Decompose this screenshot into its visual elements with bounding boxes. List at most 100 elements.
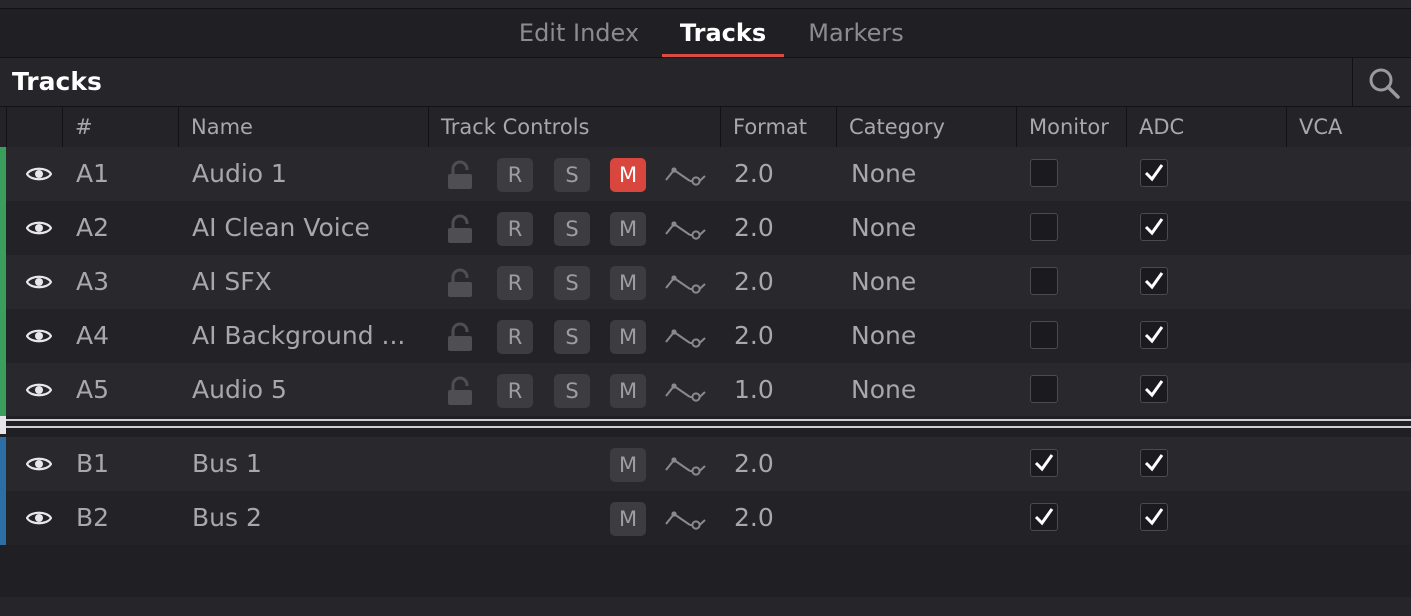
monitor-checkbox[interactable] (1030, 375, 1058, 403)
col-name[interactable]: Name (178, 107, 428, 147)
audio-color-strip (0, 363, 6, 417)
monitor-checkbox[interactable] (1030, 449, 1058, 477)
monitor-checkbox[interactable] (1030, 159, 1058, 187)
lock-icon[interactable] (446, 160, 474, 194)
bus-track-row[interactable]: B2 Bus 2 M 2.0 (0, 491, 1411, 545)
monitor-checkbox[interactable] (1030, 267, 1058, 295)
automation-curve-icon[interactable] (664, 452, 708, 482)
monitor-checkbox[interactable] (1030, 503, 1058, 531)
adc-checkbox[interactable] (1140, 159, 1168, 187)
track-category[interactable]: None (851, 309, 916, 363)
solo-button[interactable]: S (554, 374, 590, 408)
audio-track-row[interactable]: A5 Audio 5 R S M 1.0 None (0, 363, 1411, 417)
track-name[interactable]: Bus 2 (192, 491, 262, 545)
eye-icon[interactable] (25, 270, 53, 298)
solo-button[interactable]: S (554, 320, 590, 354)
automation-curve-icon[interactable] (664, 324, 708, 354)
mute-button[interactable]: M (610, 158, 646, 192)
audio-track-row[interactable]: A3 AI SFX R S M 2.0 None (0, 255, 1411, 309)
track-name[interactable]: Audio 5 (192, 363, 287, 417)
eye-icon[interactable] (25, 162, 53, 190)
record-arm-button[interactable]: R (497, 158, 533, 192)
adc-checkbox[interactable] (1140, 321, 1168, 349)
track-category[interactable]: None (851, 363, 916, 417)
lock-icon[interactable] (446, 214, 474, 248)
tab-bar: Edit Index Tracks Markers (0, 9, 1411, 58)
mute-button[interactable]: M (610, 448, 646, 482)
solo-button[interactable]: S (554, 158, 590, 192)
monitor-checkbox[interactable] (1030, 213, 1058, 241)
lock-icon[interactable] (446, 322, 474, 356)
eye-icon[interactable] (25, 378, 53, 406)
col-track-controls[interactable]: Track Controls (428, 107, 720, 147)
record-arm-button[interactable]: R (497, 266, 533, 300)
col-format[interactable]: Format (720, 107, 836, 147)
track-name[interactable]: Audio 1 (192, 147, 287, 201)
audio-track-row[interactable]: A1 Audio 1 R S M 2.0 None (0, 147, 1411, 201)
adc-checkbox[interactable] (1140, 267, 1168, 295)
automation-curve-icon[interactable] (664, 270, 708, 300)
solo-button[interactable]: S (554, 212, 590, 246)
track-category[interactable]: None (851, 147, 916, 201)
eye-icon[interactable] (25, 324, 53, 352)
lock-icon[interactable] (446, 268, 474, 302)
record-arm-button[interactable]: R (497, 374, 533, 408)
eye-icon[interactable] (25, 452, 53, 480)
track-name[interactable]: AI SFX (192, 255, 272, 309)
col-category[interactable]: Category (836, 107, 1016, 147)
mute-button[interactable]: M (610, 320, 646, 354)
eye-icon[interactable] (25, 506, 53, 534)
track-id: A2 (76, 213, 110, 242)
bus-color-strip (0, 437, 6, 491)
audio-color-strip (0, 309, 6, 363)
mute-button[interactable]: M (610, 212, 646, 246)
monitor-checkbox[interactable] (1030, 321, 1058, 349)
search-button[interactable] (1352, 58, 1411, 106)
automation-curve-icon[interactable] (664, 162, 708, 192)
column-header-row: # Name Track Controls Format Category Mo… (0, 107, 1411, 148)
eye-icon[interactable] (25, 216, 53, 244)
track-name[interactable]: AI Background ... (192, 309, 405, 363)
top-strip (0, 0, 1411, 9)
col-monitor[interactable]: Monitor (1016, 107, 1126, 147)
adc-checkbox[interactable] (1140, 449, 1168, 477)
audio-color-strip (0, 255, 6, 309)
track-format: 2.0 (734, 449, 774, 478)
adc-checkbox[interactable] (1140, 503, 1168, 531)
solo-button[interactable]: S (554, 266, 590, 300)
divider-line (6, 419, 1411, 421)
adc-checkbox[interactable] (1140, 375, 1168, 403)
tab-markers[interactable]: Markers (794, 9, 918, 57)
audio-color-strip (0, 147, 6, 201)
track-id: B2 (76, 503, 110, 532)
tab-edit-index[interactable]: Edit Index (506, 9, 652, 57)
record-arm-button[interactable]: R (497, 320, 533, 354)
mute-button[interactable]: M (610, 374, 646, 408)
track-category[interactable]: None (851, 201, 916, 255)
audio-bus-divider (0, 416, 1411, 434)
col-adc[interactable]: ADC (1126, 107, 1286, 147)
automation-curve-icon[interactable] (664, 216, 708, 246)
track-format: 2.0 (734, 159, 774, 188)
audio-track-row[interactable]: A2 AI Clean Voice R S M 2.0 None (0, 201, 1411, 255)
mute-button[interactable]: M (610, 502, 646, 536)
automation-curve-icon[interactable] (664, 378, 708, 408)
track-format: 2.0 (734, 213, 774, 242)
mute-button[interactable]: M (610, 266, 646, 300)
track-name[interactable]: Bus 1 (192, 437, 262, 491)
adc-checkbox[interactable] (1140, 213, 1168, 241)
track-name[interactable]: AI Clean Voice (192, 201, 370, 255)
tab-tracks[interactable]: Tracks (662, 9, 784, 57)
lock-icon[interactable] (446, 376, 474, 410)
audio-track-row[interactable]: A4 AI Background ... R S M 2.0 None (0, 309, 1411, 363)
record-arm-button[interactable]: R (497, 212, 533, 246)
active-tab-underline (662, 54, 784, 57)
tab-label: Tracks (679, 19, 767, 47)
tab-label: Markers (808, 19, 904, 47)
track-category[interactable]: None (851, 255, 916, 309)
col-number[interactable]: # (62, 107, 178, 147)
bus-track-row[interactable]: B1 Bus 1 M 2.0 (0, 437, 1411, 491)
col-vca[interactable]: VCA (1286, 107, 1411, 147)
automation-curve-icon[interactable] (664, 506, 708, 536)
track-id: A5 (76, 375, 110, 404)
